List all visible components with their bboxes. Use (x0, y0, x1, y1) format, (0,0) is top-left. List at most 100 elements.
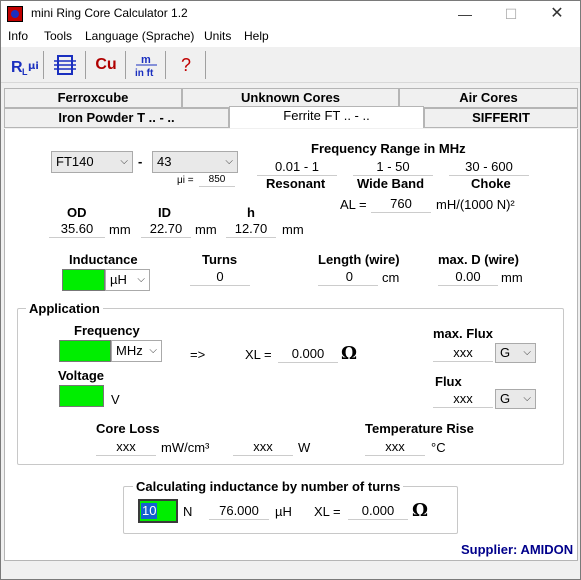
h-value: 12.70 (226, 220, 276, 238)
core-dash: - (138, 154, 143, 169)
voltage-unit: V (111, 392, 120, 407)
calc-xl-value: 0.000 (348, 502, 408, 520)
toolbar-separator (165, 51, 166, 79)
tab-ferrite[interactable]: Ferrite FT .. - .. (229, 106, 424, 128)
id-unit: mm (195, 222, 217, 237)
od-label: OD (67, 205, 87, 220)
wideband-value: 1 - 50 (353, 158, 433, 176)
ring-core-icon (54, 55, 76, 75)
svg-text:in ft: in ft (135, 68, 154, 78)
voltage-label: Voltage (58, 368, 104, 383)
unit-icon: m in ft (135, 54, 157, 78)
core-button[interactable] (50, 50, 80, 80)
turns-label: Turns (202, 252, 238, 267)
xl-label: XL = (245, 347, 272, 362)
length-unit: cm (382, 270, 400, 285)
maxd-label: max. D (wire) (438, 252, 519, 267)
frequency-unit-select[interactable]: MHz ⌵ (111, 340, 162, 362)
toolbar-separator (205, 51, 206, 79)
material-value: 43 (157, 154, 172, 169)
h-unit: mm (282, 222, 304, 237)
unit-button[interactable]: m in ft (131, 50, 161, 80)
menu-units[interactable]: Units (204, 29, 231, 43)
ohm-icon: Ω (412, 500, 429, 521)
frequency-input[interactable] (59, 340, 111, 362)
chevron-down-icon: ⌵ (225, 156, 233, 167)
id-label: ID (158, 205, 171, 220)
tab-air-cores[interactable]: Air Cores (399, 88, 578, 108)
minimize-button[interactable]: — (442, 1, 488, 27)
calc-l-value: 76.000 (209, 502, 269, 520)
freq-range-title: Frequency Range in MHz (311, 141, 466, 156)
max-flux-label: max. Flux (433, 326, 493, 341)
core-loss-value: xxx (96, 438, 156, 456)
al-value: 760 (371, 195, 431, 213)
max-flux-unit-value: G (500, 345, 511, 360)
arrow-label: => (190, 347, 206, 362)
calc-xl-label: XL = (314, 504, 341, 519)
copper-icon: Cu (95, 56, 117, 73)
tab-ferroxcube[interactable]: Ferroxcube (4, 88, 182, 108)
menu-help[interactable]: Help (244, 29, 269, 43)
temp-rise-value: xxx (365, 438, 425, 456)
flux-value: xxx (433, 390, 493, 408)
flux-label: Flux (435, 374, 462, 389)
calc-l-unit: µH (275, 504, 292, 519)
core-type-value: FT140 (56, 154, 94, 169)
resonant-value: 0.01 - 1 (257, 158, 337, 176)
turns-input-value: 10 (141, 503, 158, 519)
turns-input[interactable]: 10 (138, 499, 178, 523)
tab-sifferit[interactable]: SIFFERIT (424, 108, 578, 128)
flux-unit-select[interactable]: G ⌵ (495, 389, 536, 409)
mu-value: 850 (199, 173, 235, 187)
id-value: 22.70 (141, 220, 191, 238)
material-select[interactable]: 43 ⌵ (152, 151, 238, 173)
maxd-unit: mm (501, 270, 523, 285)
od-unit: mm (109, 222, 131, 237)
turns-value[interactable]: 0 (190, 268, 250, 286)
h-label: h (247, 205, 255, 220)
chevron-down-icon: ⌵ (523, 393, 531, 404)
close-button[interactable]: ✕ (534, 1, 580, 27)
choke-value: 30 - 600 (449, 158, 529, 176)
tab-iron-powder[interactable]: Iron Powder T .. - .. (4, 108, 229, 128)
core-type-select[interactable]: FT140 ⌵ (51, 151, 133, 173)
chevron-down-icon: ⌵ (149, 345, 157, 356)
toolbar-separator (85, 51, 86, 79)
voltage-input[interactable] (59, 385, 104, 407)
inductance-label: Inductance (69, 252, 138, 267)
help-button[interactable]: ? (171, 50, 201, 80)
menu-language[interactable]: Language (Sprache) (85, 29, 194, 43)
flux-unit-value: G (500, 391, 511, 406)
chevron-down-icon: ⌵ (523, 347, 531, 358)
length-label: Length (wire) (318, 252, 400, 267)
turns-unit: N (183, 504, 193, 519)
inductance-unit-select[interactable]: µH ⌵ (105, 269, 150, 291)
title-bar: mini Ring Core Calculator 1.2 — ☐ ✕ (1, 1, 580, 27)
tab-unknown-cores[interactable]: Unknown Cores (182, 88, 399, 108)
temp-rise-unit: °C (431, 440, 446, 455)
inductance-unit-value: µH (110, 272, 127, 287)
wideband-label: Wide Band (357, 176, 425, 191)
menu-tools[interactable]: Tools (44, 29, 72, 43)
max-flux-unit-select[interactable]: G ⌵ (495, 343, 536, 363)
al-unit: mH/(1000 N)² (436, 197, 515, 212)
copper-button[interactable]: Cu (91, 50, 121, 80)
resonant-label: Resonant (266, 176, 326, 191)
frequency-label: Frequency (74, 323, 140, 338)
menu-bar: Info Tools Language (Sprache) Units Help (1, 27, 580, 47)
ohm-icon: Ω (341, 343, 358, 364)
toolbar-separator (43, 51, 44, 79)
menu-info[interactable]: Info (8, 29, 28, 43)
supplier-label: Supplier: AMIDON (461, 542, 574, 557)
inductance-input[interactable] (62, 269, 105, 291)
xl-value: 0.000 (278, 345, 338, 363)
max-flux-value: xxx (433, 344, 493, 362)
application-title: Application (26, 301, 103, 316)
al-mu-button[interactable]: R L μi (9, 50, 39, 80)
watt-unit: W (298, 440, 311, 455)
maximize-button[interactable]: ☐ (488, 1, 534, 27)
help-icon: ? (180, 54, 191, 75)
window-title: mini Ring Core Calculator 1.2 (31, 6, 188, 20)
length-value: 0 (318, 268, 378, 286)
